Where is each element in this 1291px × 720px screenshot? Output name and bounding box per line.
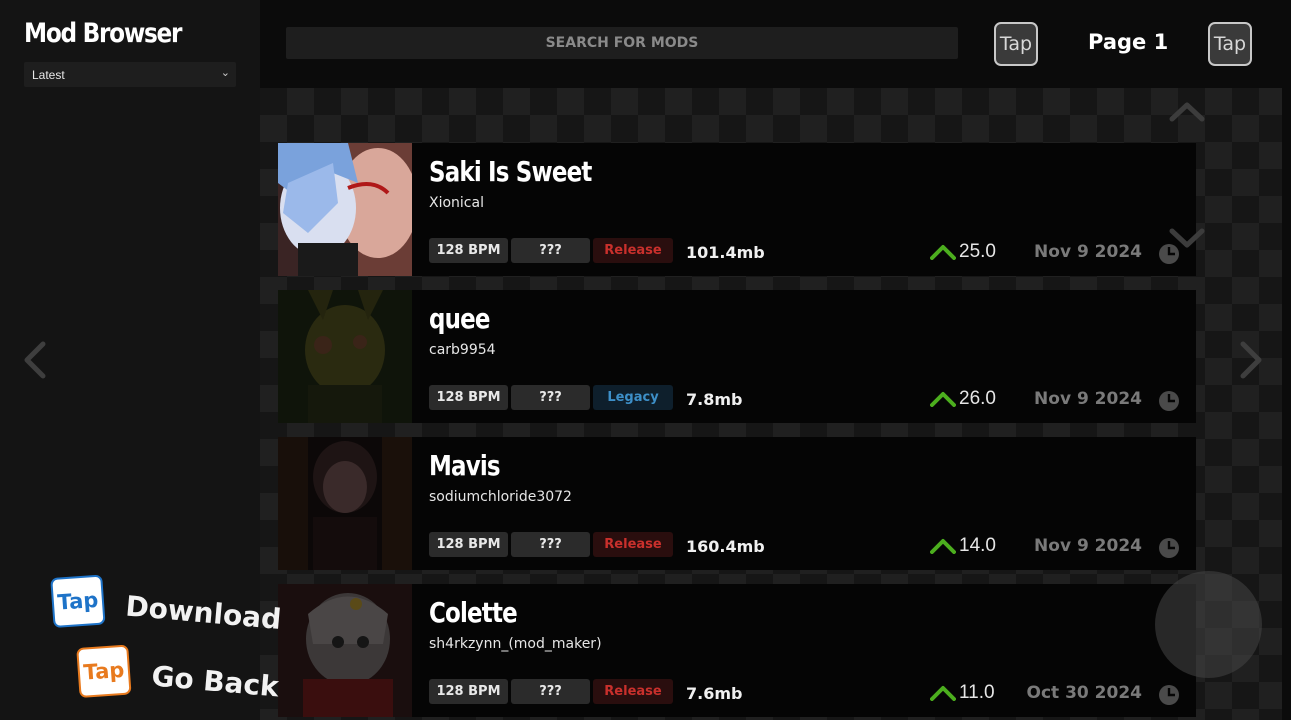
mod-date: Nov 9 2024 [1034, 389, 1142, 409]
clock-icon [1159, 685, 1179, 705]
clock-icon [1159, 391, 1179, 411]
sort-dropdown[interactable]: Latest ⌄ [24, 62, 236, 87]
mod-title: Mavis [429, 449, 501, 482]
chevron-down-icon: ⌄ [220, 67, 230, 79]
mod-thumbnail [278, 584, 412, 717]
mod-title: Saki Is Sweet [429, 155, 592, 188]
status-badge: Release [593, 532, 673, 557]
vote-value: 26.0 [959, 388, 996, 409]
vote-count: 25.0 [930, 241, 996, 263]
status-badge: Release [593, 679, 673, 704]
download-tap-button[interactable]: Tap [50, 574, 106, 629]
bpm-badge: 128 BPM [429, 532, 508, 557]
go-back-hint-label: Go Back [150, 659, 281, 703]
vote-count: 14.0 [930, 535, 996, 557]
status-badge: Release [593, 238, 673, 263]
bpm-badge: 128 BPM [429, 385, 508, 410]
virtual-joystick[interactable] [1155, 571, 1262, 678]
top-bar: SEARCH FOR MODS Tap Page 1 Tap [260, 0, 1291, 88]
mod-card[interactable]: Mavis sodiumchloride3072 128 BPM ??? Rel… [278, 437, 1196, 570]
mod-author: sodiumchloride3072 [429, 489, 572, 505]
sidebar-title: Mod Browser [24, 18, 182, 49]
mod-thumbnail [278, 290, 412, 423]
download-hint-label: Download [124, 589, 283, 636]
scroll-down-icon[interactable] [1169, 228, 1205, 250]
mod-list: Saki Is Sweet Xionical 128 BPM ??? Relea… [260, 88, 1282, 720]
vote-count: 26.0 [930, 388, 996, 410]
mod-title: quee [429, 302, 490, 335]
mod-author: carb9954 [429, 342, 496, 358]
mod-card[interactable]: Colette sh4rkzynn_(mod_maker) 128 BPM ??… [278, 584, 1196, 717]
upvote-icon[interactable] [930, 538, 956, 554]
upvote-icon[interactable] [930, 685, 956, 701]
bpm-badge: 128 BPM [429, 238, 508, 263]
mod-date: Nov 9 2024 [1034, 536, 1142, 556]
mod-card[interactable]: Saki Is Sweet Xionical 128 BPM ??? Relea… [278, 143, 1196, 276]
next-page-tap-button[interactable]: Tap [1208, 22, 1252, 66]
difficulty-badge: ??? [511, 238, 590, 263]
clock-icon [1159, 538, 1179, 558]
mod-thumbnail [278, 437, 412, 570]
mod-author: Xionical [429, 195, 484, 211]
mod-size: 7.8mb [686, 390, 743, 409]
vote-value: 25.0 [959, 241, 996, 262]
mod-title: Colette [429, 596, 518, 629]
mod-size: 7.6mb [686, 684, 743, 703]
search-placeholder: SEARCH FOR MODS [545, 35, 699, 51]
page-indicator: Page 1 [1088, 30, 1169, 54]
vote-count: 11.0 [930, 682, 995, 704]
vote-value: 11.0 [959, 682, 995, 703]
next-page-arrow-icon[interactable] [1238, 340, 1264, 380]
mod-author: sh4rkzynn_(mod_maker) [429, 636, 602, 652]
upvote-icon[interactable] [930, 244, 956, 260]
mod-size: 160.4mb [686, 537, 765, 556]
go-back-tap-button[interactable]: Tap [76, 644, 132, 699]
mod-card[interactable]: quee carb9954 128 BPM ??? Legacy 7.8mb 2… [278, 290, 1196, 423]
mod-thumbnail [278, 143, 412, 276]
difficulty-badge: ??? [511, 532, 590, 557]
search-input[interactable]: SEARCH FOR MODS [286, 27, 958, 59]
status-badge: Legacy [593, 385, 673, 410]
difficulty-badge: ??? [511, 385, 590, 410]
upvote-icon[interactable] [930, 391, 956, 407]
scroll-up-icon[interactable] [1169, 100, 1205, 122]
difficulty-badge: ??? [511, 679, 590, 704]
vote-value: 14.0 [959, 535, 996, 556]
mod-size: 101.4mb [686, 243, 765, 262]
bpm-badge: 128 BPM [429, 679, 508, 704]
mod-date: Nov 9 2024 [1034, 242, 1142, 262]
prev-page-tap-button[interactable]: Tap [994, 22, 1038, 66]
sort-selected-label: Latest [32, 68, 65, 82]
mod-date: Oct 30 2024 [1026, 683, 1142, 703]
prev-page-arrow-icon[interactable] [22, 340, 48, 380]
